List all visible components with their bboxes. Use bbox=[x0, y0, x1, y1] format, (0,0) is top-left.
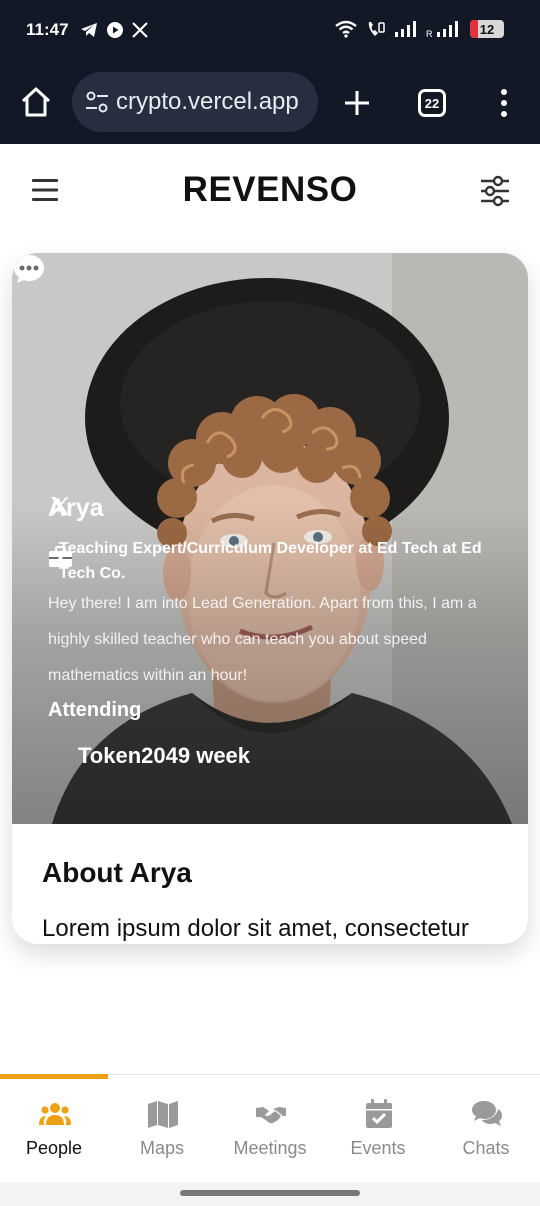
telegram-icon bbox=[81, 23, 97, 37]
battery-level: 12 bbox=[479, 21, 495, 37]
notification-icons bbox=[80, 21, 148, 39]
handshake-icon bbox=[256, 1107, 286, 1124]
signal-icon bbox=[395, 21, 416, 37]
name-row: Arya bbox=[48, 494, 104, 523]
system-icons: R 12 bbox=[334, 20, 504, 38]
x-profile-link-icon[interactable] bbox=[48, 494, 72, 518]
nav-people[interactable]: People bbox=[0, 1075, 108, 1183]
job-title: Teaching Expert/Curriculum Developer at … bbox=[59, 540, 482, 582]
bio-text: Hey there! I am into Lead Generation. Ap… bbox=[48, 595, 477, 684]
app-header: REVENSO bbox=[0, 144, 540, 240]
tab-switcher-button[interactable]: 22 bbox=[418, 89, 446, 117]
nav-label-maps: Maps bbox=[139, 1138, 184, 1158]
people-icon bbox=[39, 1103, 71, 1125]
site-settings-icon[interactable] bbox=[84, 89, 110, 115]
browser-toolbar: crypto.vercel.app 22 bbox=[0, 62, 540, 144]
filter-sliders-icon[interactable] bbox=[478, 174, 512, 208]
wifi-icon bbox=[335, 20, 357, 38]
new-tab-icon[interactable] bbox=[340, 86, 374, 120]
app-title: REVENSO bbox=[182, 170, 358, 209]
more-menu-icon[interactable] bbox=[494, 86, 514, 120]
address-bar[interactable]: crypto.vercel.app bbox=[72, 72, 318, 132]
job-row: Teaching Expert/Curriculum Developer at … bbox=[48, 536, 488, 586]
about-heading: About Arya bbox=[42, 857, 192, 888]
signal-roaming-icon: R bbox=[426, 21, 458, 38]
attending-label: Attending bbox=[48, 699, 142, 721]
wifi-calling-icon bbox=[368, 22, 385, 36]
profile-card[interactable]: Arya Teaching Expert/Curriculum Develope… bbox=[12, 253, 528, 944]
calendar-check-icon bbox=[366, 1099, 392, 1128]
nav-chats[interactable]: Chats bbox=[432, 1075, 540, 1183]
chat-bubble-icon[interactable] bbox=[12, 253, 46, 285]
web-page: REVENSO Arya Teaching Expert/Curriculum … bbox=[0, 144, 540, 1206]
nav-label-meetings: Meetings bbox=[233, 1138, 307, 1158]
gesture-handle[interactable] bbox=[180, 1190, 360, 1196]
nav-label-events: Events bbox=[350, 1138, 406, 1158]
gesture-area bbox=[0, 1182, 540, 1206]
nav-label-people: People bbox=[25, 1138, 83, 1158]
about-text: Lorem ipsum dolor sit amet, consectetur bbox=[42, 915, 469, 942]
svg-text:R: R bbox=[426, 29, 433, 38]
status-bar: 11:47 R 12 bbox=[0, 0, 540, 62]
youtube-icon bbox=[107, 22, 123, 38]
nav-meetings[interactable]: Meetings bbox=[216, 1075, 324, 1183]
status-time: 11:47 bbox=[26, 20, 69, 39]
profile-photo: Arya Teaching Expert/Curriculum Develope… bbox=[12, 253, 528, 824]
briefcase-icon bbox=[49, 546, 72, 567]
bottom-navigation: People Maps Meetings Events Chats bbox=[0, 1074, 540, 1182]
url-text[interactable]: crypto.vercel.app bbox=[116, 88, 299, 116]
map-icon bbox=[148, 1101, 178, 1128]
nav-events[interactable]: Events bbox=[324, 1075, 432, 1183]
battery-indicator: 12 bbox=[470, 20, 504, 38]
nav-label-chats: Chats bbox=[462, 1138, 510, 1158]
chat-bubbles-icon bbox=[472, 1101, 502, 1126]
event-name: Token2049 week bbox=[78, 743, 251, 768]
home-icon[interactable] bbox=[18, 84, 54, 120]
x-logo-icon bbox=[132, 22, 148, 38]
nav-maps[interactable]: Maps bbox=[108, 1075, 216, 1183]
